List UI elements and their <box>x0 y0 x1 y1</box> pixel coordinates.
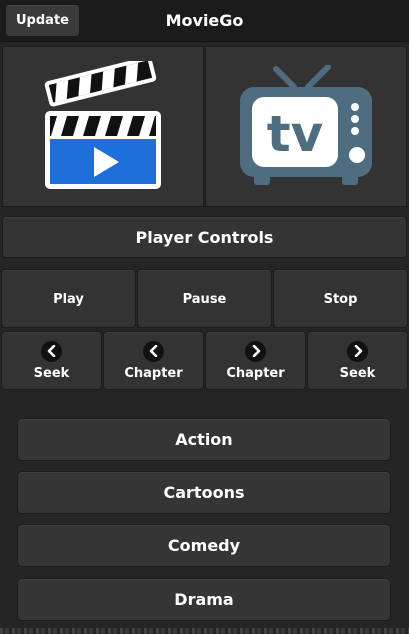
chapter-forward-label: Chapter <box>226 365 285 381</box>
chapter-back-label: Chapter <box>124 365 183 381</box>
play-button[interactable]: Play <box>1 269 136 328</box>
stop-button[interactable]: Stop <box>273 269 408 328</box>
clapperboard-play-icon <box>44 60 161 189</box>
tv-tile[interactable]: tv <box>205 46 407 207</box>
genre-comedy-button[interactable]: Comedy <box>17 524 391 567</box>
chevron-left-icon <box>143 340 164 362</box>
tv-icon: tv <box>240 64 372 185</box>
chapter-back-button[interactable]: Chapter <box>103 331 204 390</box>
genre-drama-button[interactable]: Drama <box>17 578 391 621</box>
chevron-right-icon <box>245 340 266 362</box>
player-controls-header[interactable]: Player Controls <box>2 216 407 258</box>
pause-label: Pause <box>182 291 227 307</box>
seek-back-button[interactable]: Seek <box>1 331 102 390</box>
genre-cartoons-button[interactable]: Cartoons <box>17 471 391 514</box>
tv-icon-text: tv <box>267 105 324 163</box>
seek-forward-button[interactable]: Seek <box>307 331 408 390</box>
app-title: MovieGo <box>165 11 244 30</box>
movies-tile[interactable] <box>2 46 204 207</box>
genre-action-button[interactable]: Action <box>17 418 391 461</box>
footer-strip <box>0 628 409 634</box>
chapter-forward-button[interactable]: Chapter <box>205 331 306 390</box>
chevron-right-icon <box>347 340 368 362</box>
seek-forward-label: Seek <box>339 365 376 381</box>
seek-back-label: Seek <box>33 365 70 381</box>
stop-label: Stop <box>323 291 358 307</box>
pause-button[interactable]: Pause <box>137 269 272 328</box>
app-header: Update MovieGo <box>0 0 409 42</box>
play-label: Play <box>53 291 84 307</box>
chevron-left-icon <box>41 340 62 362</box>
